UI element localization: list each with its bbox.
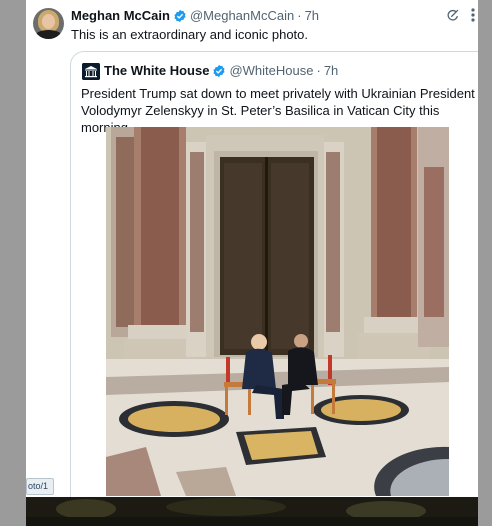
next-media-strip [26, 497, 478, 526]
quoted-author-handle[interactable]: @WhiteHouse [229, 63, 313, 78]
tweet[interactable]: Meghan McCain @MeghanMcCain · 7h This is… [26, 0, 478, 497]
more-options-icon[interactable] [469, 5, 477, 25]
verified-badge-icon [213, 64, 225, 77]
status-tooltip: oto/1 [26, 478, 54, 495]
tweet-header: Meghan McCain @MeghanMcCain · 7h [71, 8, 319, 23]
tweet-photo[interactable] [106, 127, 449, 496]
author-handle[interactable]: @MeghanMcCain [190, 8, 294, 23]
basilica-photo [106, 127, 449, 496]
tweet-time[interactable]: 7h [305, 8, 319, 23]
dark-media-preview [26, 497, 478, 526]
left-gutter [0, 0, 26, 526]
quoted-tweet-time[interactable]: 7h [324, 63, 338, 78]
quoted-tweet-header: The White House @WhiteHouse · 7h [104, 63, 338, 78]
white-house-logo [82, 63, 100, 80]
author-name[interactable]: Meghan McCain [71, 8, 170, 23]
quoted-tweet[interactable]: The White House @WhiteHouse · 7h Preside… [70, 51, 478, 497]
avatar[interactable] [33, 8, 64, 39]
quoted-author-name[interactable]: The White House [104, 63, 209, 78]
grok-icon[interactable] [446, 8, 460, 22]
verified-badge-icon [174, 9, 186, 22]
tweet-text: This is an extraordinary and iconic phot… [71, 27, 309, 42]
separator-dot: · [316, 63, 321, 78]
right-gutter [478, 0, 492, 526]
separator-dot: · [297, 8, 302, 23]
